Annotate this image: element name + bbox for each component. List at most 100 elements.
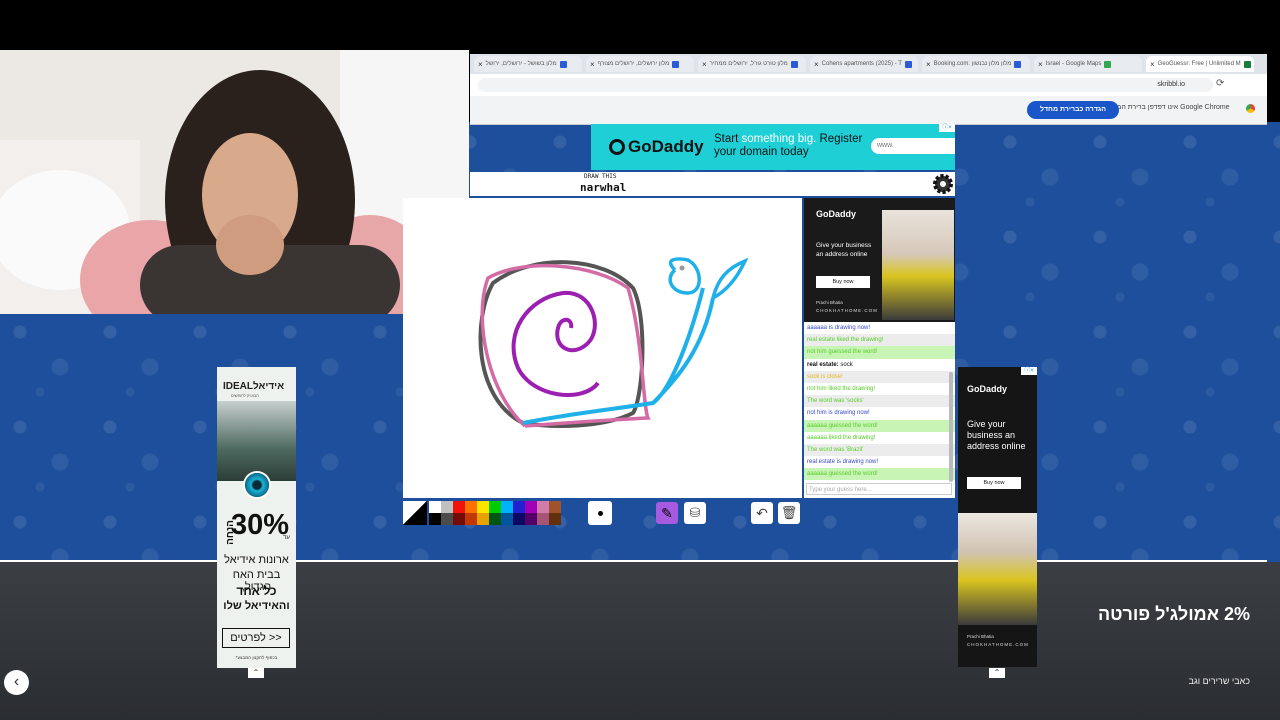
ideal-tagline: הבוטיק לחופשים [231, 393, 259, 398]
ad-choices-icon[interactable]: ⓘ× [939, 124, 955, 132]
collapse-ad-icon[interactable]: ⌃ [248, 668, 264, 678]
chat-message: real estate is drawing now! [804, 456, 955, 469]
godaddy-vertical-ad[interactable]: GoDaddy Give your business an address on… [958, 367, 1037, 667]
chrome-icon [1246, 104, 1255, 113]
bottom-banner-ad[interactable]: 2% אמולג'ל פורטה כאבי שרירים וגב ‹ [0, 562, 1280, 720]
browser-tab[interactable]: × Booking.com: מלון מלון נבנשון [922, 56, 1030, 72]
clear-trash-icon[interactable]: 🗑 [778, 502, 800, 524]
collapse-ad-icon[interactable]: ⌃ [989, 668, 1005, 678]
color-picker-preview[interactable] [403, 501, 427, 525]
right-ad-site: CHOKHATHOME.COM [967, 642, 1029, 647]
color-swatch[interactable] [513, 513, 525, 525]
ideal-cta-button[interactable]: לפרטים >> [222, 628, 290, 648]
color-swatch[interactable] [429, 501, 441, 513]
color-swatch[interactable] [501, 501, 513, 513]
side-ad-site: CHOKHATHOME.COM [816, 308, 878, 313]
ad-domain-input[interactable]: www. [871, 138, 955, 154]
browser-tab-active[interactable]: × GeoGuessr: Free | Unlimited M [1146, 56, 1254, 72]
settings-gear-icon[interactable] [932, 173, 954, 195]
reload-icon[interactable]: ⟳ [1216, 78, 1224, 89]
right-ad-photo [958, 513, 1037, 625]
bottom-ad-headline: 2% אמולג'ל פורטה [1097, 604, 1250, 624]
tab-favicon-icon [790, 60, 798, 68]
ideal-logo: IDEALאידיאל [223, 381, 285, 392]
chat-message: not him guessed the word! [804, 346, 955, 359]
side-ad-buy-button[interactable]: Buy now [816, 276, 870, 288]
chat-message: aaaaaa liked the drawing! [804, 431, 955, 444]
color-swatch[interactable] [441, 501, 453, 513]
color-swatch[interactable] [429, 513, 441, 525]
right-ad-text: Give your business an address online [967, 419, 1026, 451]
tab-favicon-icon [1104, 60, 1112, 68]
color-swatch[interactable] [465, 513, 477, 525]
brush-size-button[interactable] [588, 501, 612, 525]
color-swatch[interactable] [501, 513, 513, 525]
browser-tab[interactable]: × Cohens apartments (2025) - T [810, 56, 918, 72]
url-field[interactable]: skribbl.io [478, 78, 1213, 92]
drawing-canvas[interactable] [403, 198, 802, 498]
browser-tab[interactable]: × מלון טורט גורל, ירושלים ממחיר [698, 56, 806, 72]
color-swatch[interactable] [453, 513, 465, 525]
webcam-image [0, 50, 469, 314]
webcam-overlay [0, 50, 469, 314]
chat-message: not him is drawing now! [804, 407, 955, 420]
chat-guess-input[interactable]: Type your guess here... [806, 483, 952, 495]
fill-bucket-icon[interactable]: ⛁ [684, 502, 706, 524]
chat-message: real estate liked the drawing! [804, 334, 955, 347]
color-swatch[interactable] [537, 513, 549, 525]
color-swatch[interactable] [453, 501, 465, 513]
right-ad-credit: Prachi Bhatia [967, 634, 994, 639]
chat-panel: aaaaaa is drawing now! real estate liked… [804, 322, 955, 498]
godaddy-banner-ad[interactable]: GoDaddy Start something big. Register yo… [591, 124, 955, 170]
color-swatch[interactable] [549, 513, 561, 525]
godaddy-logo-icon [609, 139, 625, 155]
color-swatch[interactable] [441, 513, 453, 525]
chat-message: aaaaaa guessed the word! [804, 419, 955, 432]
eye-icon [243, 471, 271, 499]
godaddy-side-ad[interactable]: GoDaddy Give your business an address on… [804, 198, 955, 322]
godaddy-logo: GoDaddy [609, 137, 704, 157]
side-ad-text: Give your business an address online [816, 242, 872, 258]
ideal-fineprint: *בכפוף לתקנון המבצע [235, 655, 278, 660]
side-ad-credit: Prachi Bhatia [816, 300, 843, 305]
chat-message: real estate: sock [804, 358, 955, 371]
pencil-tool-icon[interactable]: ✎ [656, 502, 678, 524]
tab-favicon-icon [672, 60, 680, 68]
color-swatch[interactable] [489, 501, 501, 513]
color-swatch[interactable] [537, 501, 549, 513]
tab-favicon-icon [559, 60, 567, 68]
ideal-discount: 30% [231, 509, 290, 541]
side-ad-photo [882, 210, 954, 320]
color-swatch[interactable] [525, 501, 537, 513]
color-swatch[interactable] [477, 501, 489, 513]
color-swatch[interactable] [477, 513, 489, 525]
ideal-upto: עד [283, 535, 290, 541]
color-palette [429, 501, 585, 525]
set-default-button[interactable]: הגדרה כברירת מחדל [1027, 101, 1119, 119]
chevron-left-icon[interactable]: ‹ [4, 670, 29, 695]
snail-drawing [478, 257, 749, 428]
color-swatch[interactable] [549, 501, 561, 513]
browser-tab-bar: × מלון בשושל - ירושלים, ירושל × מלון ירושל… [470, 54, 1267, 74]
bottom-ad-sub: כאבי שרירים וגב [1188, 676, 1250, 686]
chat-scrollbar[interactable] [949, 372, 953, 482]
chat-message: sock is close! [804, 370, 955, 383]
ideal-vertical-ad[interactable]: IDEALאידיאל הבוטיק לחופשים 30% עד הנחה א… [217, 367, 296, 668]
tab-favicon-icon [1243, 60, 1251, 68]
color-swatch[interactable] [465, 501, 477, 513]
browser-tab[interactable]: × מלון ירושלים, ירושלים מצורף [586, 56, 694, 72]
browser-tab[interactable]: × Israel - Google Maps [1034, 56, 1142, 72]
color-swatch[interactable] [489, 513, 501, 525]
chat-message: aaaaaa guessed the word! [804, 468, 955, 481]
ad-headline: Start something big. Register your domai… [714, 133, 863, 158]
chat-message: not him liked the drawing! [804, 382, 955, 396]
ideal-line: והאידיאל שלו [223, 600, 290, 612]
color-swatch[interactable] [513, 501, 525, 513]
browser-tab[interactable]: × מלון בשושל - ירושלים, ירושל [474, 56, 582, 72]
color-swatch[interactable] [525, 513, 537, 525]
ideal-photo [217, 401, 296, 481]
undo-icon[interactable]: ↶ [751, 502, 773, 524]
word-hint-label: DRAW THIS [584, 173, 617, 180]
ad-choices-icon[interactable]: ⓘ× [1021, 367, 1037, 375]
right-ad-buy-button[interactable]: Buy now [967, 477, 1021, 489]
